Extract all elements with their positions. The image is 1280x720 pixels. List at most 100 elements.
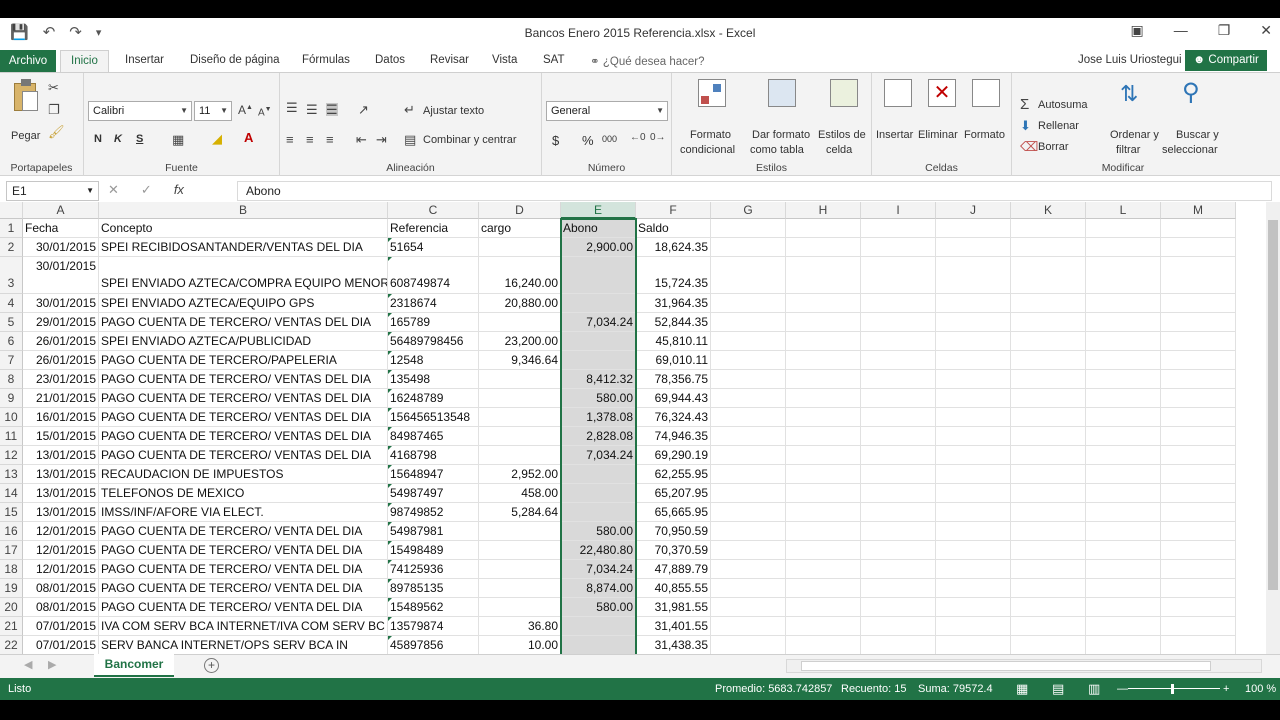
- empty-cell[interactable]: [786, 484, 861, 503]
- empty-cell[interactable]: [861, 408, 936, 427]
- cell-abono[interactable]: 22,480.80: [561, 541, 636, 560]
- cell-ref[interactable]: 89785135: [388, 579, 479, 598]
- empty-cell[interactable]: [936, 238, 1011, 257]
- cell-cargo[interactable]: [479, 446, 561, 465]
- cell-saldo[interactable]: 31,438.35: [636, 636, 711, 654]
- column-header-f[interactable]: F: [636, 202, 711, 219]
- row-header[interactable]: 21: [0, 617, 23, 636]
- empty-cell[interactable]: [711, 219, 786, 238]
- cell-saldo[interactable]: 65,665.95: [636, 503, 711, 522]
- cell-fecha[interactable]: 26/01/2015: [23, 351, 99, 370]
- cell-ref[interactable]: 56489798456: [388, 332, 479, 351]
- autosum-icon[interactable]: Σ: [1020, 97, 1029, 112]
- empty-cell[interactable]: [1086, 351, 1161, 370]
- cell-concepto[interactable]: SPEI ENVIADO AZTECA/COMPRA EQUIPO MENOR: [99, 257, 388, 294]
- empty-cell[interactable]: [1161, 579, 1236, 598]
- cell-abono[interactable]: [561, 294, 636, 313]
- cell-saldo[interactable]: 69,010.11: [636, 351, 711, 370]
- empty-cell[interactable]: [936, 484, 1011, 503]
- empty-cell[interactable]: [1086, 257, 1161, 294]
- insert-cells-icon[interactable]: [884, 79, 912, 107]
- row-header[interactable]: 13: [0, 465, 23, 484]
- empty-cell[interactable]: [1161, 484, 1236, 503]
- row-header[interactable]: 17: [0, 541, 23, 560]
- cell-ref[interactable]: 13579874: [388, 617, 479, 636]
- cell-ref[interactable]: 15498489: [388, 541, 479, 560]
- empty-cell[interactable]: [861, 351, 936, 370]
- empty-cell[interactable]: [861, 389, 936, 408]
- share-button[interactable]: ☻ Compartir: [1185, 50, 1267, 71]
- percent-button[interactable]: %: [582, 133, 594, 148]
- cell-fecha[interactable]: 13/01/2015: [23, 503, 99, 522]
- empty-cell[interactable]: [786, 408, 861, 427]
- cell-concepto[interactable]: PAGO CUENTA DE TERCERO/ VENTAS DEL DIA: [99, 389, 388, 408]
- empty-cell[interactable]: [861, 598, 936, 617]
- cell-abono[interactable]: 580.00: [561, 389, 636, 408]
- empty-cell[interactable]: [711, 238, 786, 257]
- empty-cell[interactable]: [1011, 465, 1086, 484]
- empty-cell[interactable]: [1011, 636, 1086, 654]
- empty-cell[interactable]: [711, 560, 786, 579]
- empty-cell[interactable]: [786, 370, 861, 389]
- empty-cell[interactable]: [936, 579, 1011, 598]
- empty-cell[interactable]: [936, 313, 1011, 332]
- cell-cargo[interactable]: [479, 313, 561, 332]
- cell-ref[interactable]: 74125936: [388, 560, 479, 579]
- empty-cell[interactable]: [786, 636, 861, 654]
- borders-icon[interactable]: ▦: [172, 133, 184, 146]
- empty-cell[interactable]: [711, 294, 786, 313]
- row-header[interactable]: 8: [0, 370, 23, 389]
- empty-cell[interactable]: [1086, 219, 1161, 238]
- empty-cell[interactable]: [711, 370, 786, 389]
- cell-fecha[interactable]: 07/01/2015: [23, 617, 99, 636]
- header-cell[interactable]: Saldo: [636, 219, 711, 238]
- cell-cargo[interactable]: 23,200.00: [479, 332, 561, 351]
- empty-cell[interactable]: [936, 351, 1011, 370]
- cell-fecha[interactable]: 30/01/2015: [23, 238, 99, 257]
- cell-ref[interactable]: 2318674: [388, 294, 479, 313]
- cell-fecha[interactable]: 13/01/2015: [23, 484, 99, 503]
- zoom-out-icon[interactable]: —: [1117, 678, 1128, 700]
- empty-cell[interactable]: [861, 522, 936, 541]
- column-header-c[interactable]: C: [388, 202, 479, 219]
- tab-diseno-pagina[interactable]: Diseño de página: [190, 54, 280, 66]
- tab-datos[interactable]: Datos: [375, 54, 405, 66]
- cell-ref[interactable]: 12548: [388, 351, 479, 370]
- cell-ref[interactable]: 15648947: [388, 465, 479, 484]
- thousands-button[interactable]: 000: [602, 134, 617, 144]
- align-bottom-icon[interactable]: ☰: [326, 103, 338, 116]
- scroll-sheets-right-icon[interactable]: ▶: [48, 658, 56, 671]
- empty-cell[interactable]: [1011, 598, 1086, 617]
- cell-concepto[interactable]: PAGO CUENTA DE TERCERO/ VENTAS DEL DIA: [99, 446, 388, 465]
- cell-ref[interactable]: 98749852: [388, 503, 479, 522]
- empty-cell[interactable]: [786, 257, 861, 294]
- empty-cell[interactable]: [861, 503, 936, 522]
- cell-cargo[interactable]: [479, 579, 561, 598]
- horizontal-scrollbar[interactable]: [786, 659, 1262, 673]
- restore-icon[interactable]: ❐: [1218, 22, 1231, 39]
- empty-cell[interactable]: [861, 313, 936, 332]
- row-header[interactable]: 12: [0, 446, 23, 465]
- format-as-table-label-2[interactable]: como tabla: [750, 144, 804, 156]
- cell-concepto[interactable]: PAGO CUENTA DE TERCERO/ VENTAS DEL DIA: [99, 313, 388, 332]
- formula-input[interactable]: Abono: [237, 181, 1272, 201]
- column-header-j[interactable]: J: [936, 202, 1011, 219]
- cell-cargo[interactable]: [479, 370, 561, 389]
- decrease-decimal-icon[interactable]: 0→: [650, 133, 666, 143]
- paste-button[interactable]: Pegar: [11, 130, 40, 142]
- cell-abono[interactable]: [561, 332, 636, 351]
- cell-saldo[interactable]: 65,207.95: [636, 484, 711, 503]
- empty-cell[interactable]: [711, 579, 786, 598]
- orientation-icon[interactable]: ↗: [358, 103, 369, 116]
- tab-sat[interactable]: SAT: [543, 54, 565, 66]
- cell-styles-label[interactable]: Estilos de: [818, 129, 866, 141]
- zoom-in-icon[interactable]: +: [1223, 678, 1229, 700]
- empty-cell[interactable]: [1011, 560, 1086, 579]
- shrink-font-icon[interactable]: A▼: [258, 106, 272, 118]
- cell-styles-label-2[interactable]: celda: [826, 144, 852, 156]
- empty-cell[interactable]: [1011, 503, 1086, 522]
- tab-formulas[interactable]: Fórmulas: [302, 54, 350, 66]
- header-cell[interactable]: Concepto: [99, 219, 388, 238]
- number-format-combo[interactable]: General ▼: [546, 101, 668, 121]
- empty-cell[interactable]: [1011, 294, 1086, 313]
